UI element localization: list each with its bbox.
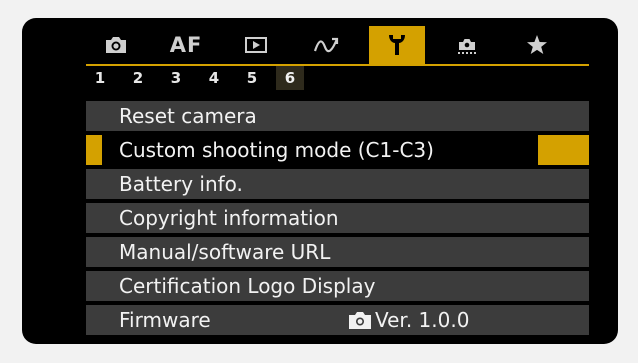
menu-item-label: Manual/software URL <box>119 240 331 264</box>
page-5[interactable]: 5 <box>238 66 266 90</box>
tab-wireless[interactable] <box>298 26 354 64</box>
menu-item-custom-shooting-mode[interactable]: Custom shooting mode (C1-C3) <box>86 135 589 165</box>
tab-af[interactable]: AF <box>158 26 214 64</box>
menu-item-label: Battery info. <box>119 172 243 196</box>
wireless-icon <box>313 37 339 53</box>
tab-playback[interactable] <box>228 26 284 64</box>
menu-item-battery-info[interactable]: Battery info. <box>86 169 589 199</box>
firmware-version: Ver. 1.0.0 <box>348 308 469 332</box>
page-2[interactable]: 2 <box>124 66 152 90</box>
menu-tab-bar: AF <box>86 26 589 64</box>
play-icon <box>245 37 267 53</box>
menu-item-manual-software-url[interactable]: Manual/software URL <box>86 237 589 267</box>
tab-my-menu[interactable] <box>509 26 565 64</box>
star-icon <box>527 35 547 54</box>
tab-shooting[interactable] <box>88 26 144 64</box>
wrench-icon <box>389 35 405 55</box>
page-indicator: 1 2 3 4 5 6 <box>86 66 446 92</box>
menu-item-label: Certification Logo Display <box>119 274 376 298</box>
menu-item-label: Reset camera <box>119 104 257 128</box>
tab-setup[interactable] <box>369 26 425 64</box>
menu-item-certification-logo-display[interactable]: Certification Logo Display <box>86 271 589 301</box>
af-label: AF <box>169 33 203 57</box>
page-3[interactable]: 3 <box>162 66 190 90</box>
camera-icon <box>106 37 126 53</box>
menu-item-label: Firmware <box>119 308 211 332</box>
menu-item-firmware[interactable]: Firmware Ver. 1.0.0 <box>86 305 589 335</box>
camera-icon <box>349 312 371 329</box>
camera-menu-screen: AF 1 2 3 4 5 6 Reset camera Custom shoot… <box>22 18 618 344</box>
menu-item-label: Custom shooting mode (C1-C3) <box>119 138 434 162</box>
custom-function-icon <box>458 39 476 54</box>
page-1[interactable]: 1 <box>86 66 114 90</box>
page-4[interactable]: 4 <box>200 66 228 90</box>
page-6[interactable]: 6 <box>276 66 304 90</box>
menu-item-reset-camera[interactable]: Reset camera <box>86 101 589 131</box>
firmware-version-text: Ver. 1.0.0 <box>375 308 470 332</box>
menu-item-copyright-information[interactable]: Copyright information <box>86 203 589 233</box>
tab-custom-functions[interactable] <box>439 26 495 64</box>
menu-item-label: Copyright information <box>119 206 339 230</box>
